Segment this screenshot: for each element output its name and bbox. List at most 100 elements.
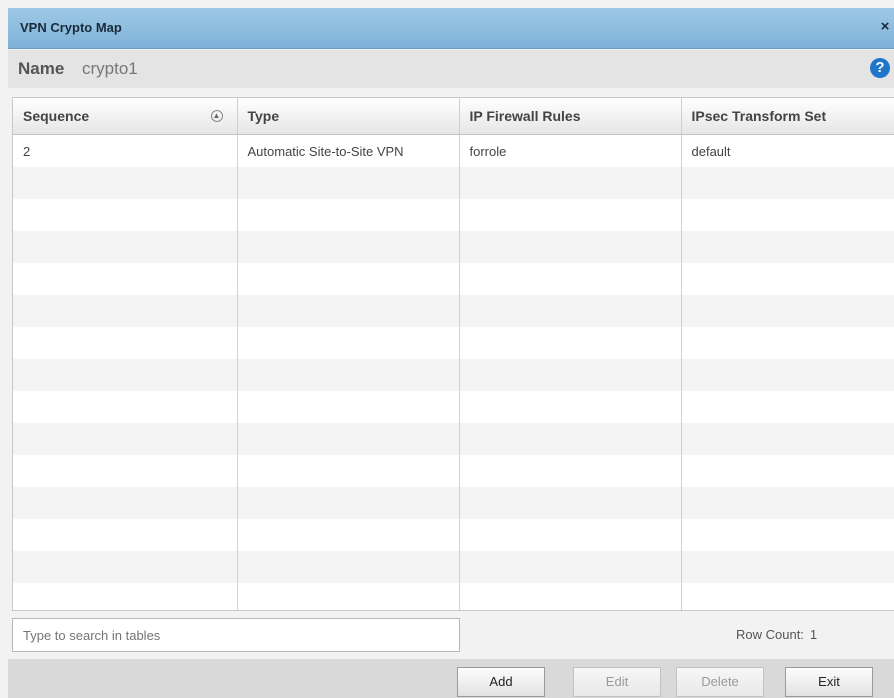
button-bar: Add Edit Delete Exit [8, 659, 894, 698]
empty-cell [237, 263, 460, 295]
name-label: Name [18, 59, 65, 78]
column-header-type[interactable]: Type [237, 98, 460, 135]
empty-cell [681, 455, 894, 487]
column-header-ip-firewall-rules[interactable]: IP Firewall Rules [459, 98, 682, 135]
empty-table-row [13, 263, 894, 295]
empty-cell [13, 455, 238, 487]
empty-cell [13, 519, 238, 551]
edit-button[interactable]: Edit [573, 667, 661, 697]
empty-table-row [13, 391, 894, 423]
empty-cell [681, 263, 894, 295]
cell-ipsec-transform-set: default [681, 134, 894, 167]
empty-cell [237, 327, 460, 359]
cell-sequence: 2 [13, 134, 238, 167]
empty-cell [681, 423, 894, 455]
empty-cell [459, 487, 682, 519]
empty-cell [459, 519, 682, 551]
name-bar: Name crypto1 ? [8, 50, 894, 88]
empty-table-row [13, 583, 894, 610]
column-header-label: Sequence [23, 108, 90, 124]
empty-cell [13, 583, 238, 610]
empty-cell [681, 199, 894, 231]
row-count-label: Row Count: [736, 627, 804, 642]
name-value: crypto1 [82, 59, 138, 78]
dialog-titlebar: VPN Crypto Map × [8, 8, 894, 49]
exit-button[interactable]: Exit [785, 667, 873, 697]
empty-cell [13, 199, 238, 231]
empty-cell [681, 487, 894, 519]
delete-button[interactable]: Delete [676, 667, 764, 697]
empty-table-row [13, 423, 894, 455]
column-header-sequence[interactable]: Sequence ▲ [13, 98, 238, 135]
empty-cell [459, 551, 682, 583]
empty-table-row [13, 199, 894, 231]
crypto-map-table: Sequence ▲ Type IP Firewall Rules IPsec … [12, 97, 894, 611]
empty-cell [13, 423, 238, 455]
empty-cell [13, 551, 238, 583]
empty-cell [13, 391, 238, 423]
empty-cell [681, 295, 894, 327]
empty-cell [237, 167, 460, 199]
empty-table-row [13, 327, 894, 359]
empty-cell [459, 423, 682, 455]
empty-cell [681, 359, 894, 391]
empty-cell [681, 231, 894, 263]
help-icon[interactable]: ? [870, 58, 890, 78]
empty-cell [237, 359, 460, 391]
empty-cell [681, 551, 894, 583]
empty-cell [13, 295, 238, 327]
row-count-value: 1 [809, 627, 818, 642]
empty-table-row [13, 295, 894, 327]
empty-cell [459, 391, 682, 423]
empty-cell [681, 167, 894, 199]
empty-cell [237, 391, 460, 423]
column-header-ipsec-transform-set[interactable]: IPsec Transform Set [681, 98, 894, 135]
empty-table-row [13, 487, 894, 519]
empty-cell [681, 327, 894, 359]
empty-cell [237, 423, 460, 455]
empty-cell [13, 327, 238, 359]
empty-table-row [13, 359, 894, 391]
empty-cell [237, 551, 460, 583]
empty-cell [459, 359, 682, 391]
empty-cell [13, 359, 238, 391]
add-button[interactable]: Add [457, 667, 545, 697]
empty-cell [459, 455, 682, 487]
sort-ascending-icon[interactable]: ▲ [210, 110, 223, 122]
cell-type: Automatic Site-to-Site VPN [237, 134, 460, 167]
column-header-label: Type [247, 108, 280, 124]
empty-cell [13, 263, 238, 295]
empty-table-row [13, 455, 894, 487]
column-header-label: IPsec Transform Set [691, 108, 827, 124]
empty-cell [459, 199, 682, 231]
vpn-crypto-map-dialog: VPN Crypto Map × Name crypto1 ? Sequence… [0, 0, 894, 698]
empty-cell [237, 487, 460, 519]
empty-cell [237, 231, 460, 263]
row-count: Row Count: 1 [736, 627, 817, 642]
empty-table-row [13, 551, 894, 583]
empty-table-row [13, 519, 894, 551]
table-header-row: Sequence ▲ Type IP Firewall Rules IPsec … [13, 98, 894, 135]
empty-cell [13, 231, 238, 263]
cell-ip-firewall-rules: forrole [459, 134, 682, 167]
empty-cell [459, 583, 682, 610]
empty-cell [13, 487, 238, 519]
close-icon[interactable]: × [878, 19, 892, 35]
empty-cell [237, 199, 460, 231]
empty-table-row [13, 231, 894, 263]
dialog-title: VPN Crypto Map [20, 20, 122, 35]
empty-cell [237, 519, 460, 551]
empty-cell [459, 263, 682, 295]
empty-cell [13, 167, 238, 199]
empty-cell [459, 231, 682, 263]
column-header-label: IP Firewall Rules [469, 108, 581, 124]
empty-cell [681, 391, 894, 423]
search-input[interactable] [12, 618, 460, 652]
empty-table-row [13, 167, 894, 199]
empty-cell [237, 455, 460, 487]
empty-cell [681, 583, 894, 610]
empty-cell [681, 519, 894, 551]
empty-cell [237, 583, 460, 610]
empty-cell [459, 327, 682, 359]
table-row[interactable]: 2 Automatic Site-to-Site VPN forrole def… [13, 134, 894, 167]
